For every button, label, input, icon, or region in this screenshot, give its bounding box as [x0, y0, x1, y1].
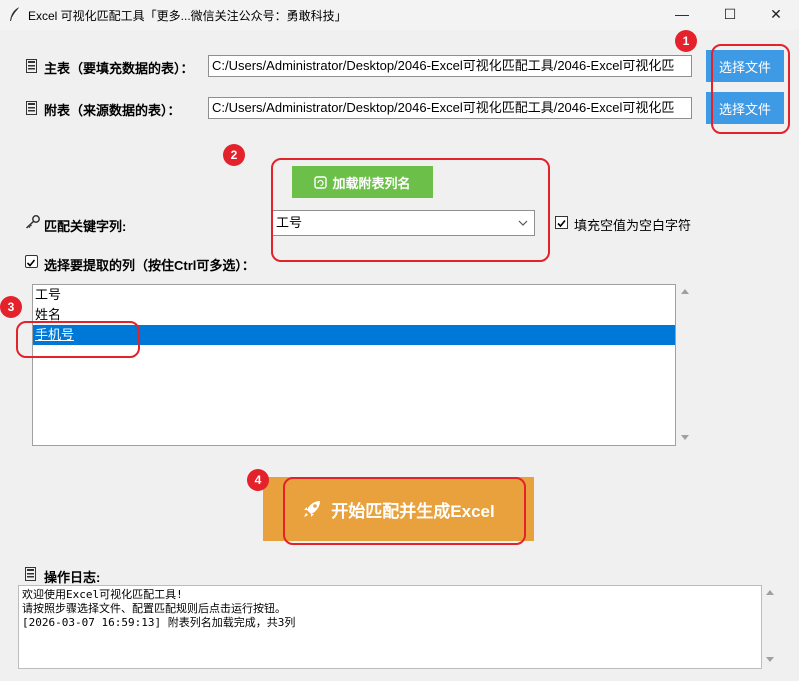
sub-table-path-field[interactable]: C:/Users/Administrator/Desktop/2046-Exce…	[208, 97, 692, 119]
columns-listbox[interactable]: 工号 姓名 手机号	[32, 284, 676, 446]
annotation-box-3	[16, 321, 140, 358]
log-line: 请按照步骤选择文件、配置匹配规则后点击运行按钮。	[22, 602, 286, 615]
maximize-button[interactable]: ☐	[707, 0, 753, 28]
scroll-down-arrow-icon[interactable]	[766, 657, 774, 662]
log-icon	[25, 567, 36, 581]
annotation-badge-3: 3	[0, 296, 22, 318]
annotation-badge-4: 4	[247, 469, 269, 491]
log-line: 欢迎使用Excel可视化匹配工具!	[22, 588, 183, 601]
annotation-badge-2: 2	[223, 144, 245, 166]
log-line: [2026-03-07 16:59:13] 附表列名加载完成，共3列	[22, 616, 296, 629]
columns-label: 选择要提取的列（按住Ctrl可多选）：	[44, 258, 255, 273]
minimize-button[interactable]: —	[659, 0, 705, 28]
scroll-up-arrow-icon[interactable]	[681, 289, 689, 294]
key-icon	[25, 215, 40, 229]
annotation-badge-1: 1	[675, 30, 697, 52]
scroll-up-arrow-icon[interactable]	[766, 590, 774, 595]
annotation-box-2	[271, 158, 550, 262]
log-scrollbar[interactable]	[763, 585, 778, 669]
log-label: 操作日志:	[44, 570, 101, 585]
fill-blank-label: 填充空值为空白字符	[574, 218, 692, 233]
scroll-down-arrow-icon[interactable]	[681, 435, 689, 440]
list-item[interactable]: 工号	[33, 285, 675, 305]
sub-table-label: 附表（来源数据的表）：	[44, 103, 181, 118]
annotation-box-1	[711, 44, 790, 134]
fill-blank-checkbox[interactable]	[555, 216, 568, 229]
key-column-label: 匹配关键字列:	[44, 219, 127, 234]
document-icon	[26, 101, 37, 115]
close-button[interactable]: ✕	[753, 0, 799, 28]
log-textarea[interactable]: 欢迎使用Excel可视化匹配工具! 请按照步骤选择文件、配置匹配规则后点击运行按…	[18, 585, 762, 669]
columns-scrollbar[interactable]	[678, 284, 693, 446]
checkmark-icon	[557, 219, 566, 228]
window-title: Excel 可视化匹配工具「更多...微信关注公众号：勇敢科技」	[28, 9, 347, 23]
feather-icon	[10, 6, 21, 21]
main-table-path-field[interactable]: C:/Users/Administrator/Desktop/2046-Exce…	[208, 55, 692, 77]
columns-section-checkbox-icon	[25, 255, 38, 268]
annotation-box-4	[283, 477, 526, 545]
main-table-label: 主表（要填充数据的表）：	[44, 61, 194, 76]
document-icon	[26, 59, 37, 73]
